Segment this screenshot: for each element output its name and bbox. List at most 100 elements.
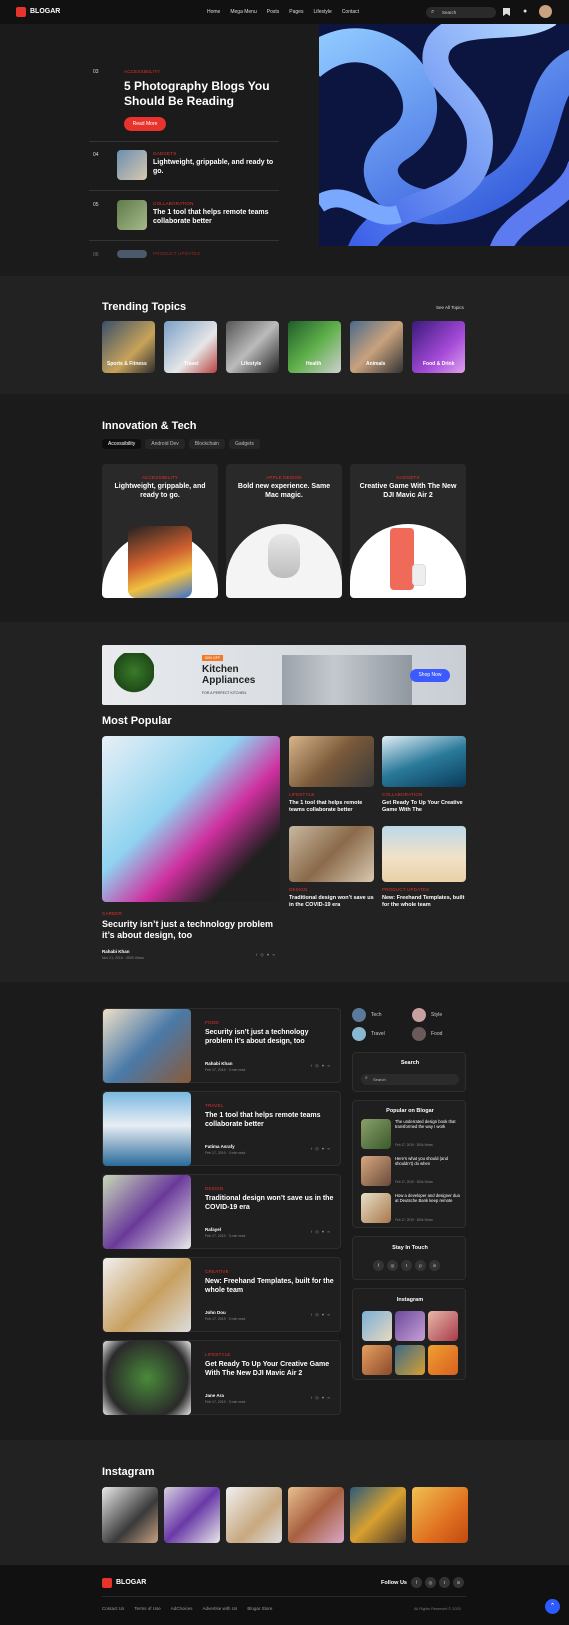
topic-card-sports[interactable]: Sports & Fitness xyxy=(102,321,155,373)
share-icons[interactable]: f ◎ ♥ ∞ xyxy=(311,1146,331,1151)
category-food[interactable]: Food xyxy=(412,1027,442,1041)
facebook-icon[interactable]: f xyxy=(373,1260,384,1271)
post-category[interactable]: LIFESTYLE xyxy=(289,792,315,797)
instagram-icon[interactable]: ◎ xyxy=(425,1577,436,1588)
instagram-photo[interactable] xyxy=(226,1487,282,1543)
post-title[interactable]: Get Ready To Up Your Creative Game With … xyxy=(205,1361,335,1379)
instagram-photo[interactable] xyxy=(164,1487,220,1543)
post-author[interactable]: Rafayel xyxy=(205,1227,221,1232)
post-title[interactable]: Traditional design won’t save us in the … xyxy=(205,1195,335,1213)
product-card[interactable]: ACCESSIBILITY Lightweight, grippable, an… xyxy=(102,464,218,598)
topic-card-health[interactable]: Health xyxy=(288,321,341,373)
card-title[interactable]: Creative Game With The New DJI Mavic Air… xyxy=(358,483,458,501)
facebook-icon[interactable]: f xyxy=(411,1577,422,1588)
grid-post-image[interactable] xyxy=(382,736,466,787)
nav-mega-menu[interactable]: Mega Menu xyxy=(230,9,256,15)
post-card[interactable]: LIFESTYLE Get Ready To Up Your Creative … xyxy=(102,1340,341,1415)
insta-thumb[interactable] xyxy=(428,1345,458,1375)
product-card[interactable]: GADGETS Creative Game With The New DJI M… xyxy=(350,464,466,598)
post-title[interactable]: Security isn’t just a technology problem… xyxy=(205,1029,335,1047)
hero-image[interactable] xyxy=(319,24,569,246)
post-title[interactable]: New: Freehand Templates, built for the w… xyxy=(205,1278,335,1296)
footer-link-contact[interactable]: Contact Us xyxy=(102,1606,124,1611)
logo-icon[interactable] xyxy=(102,1578,112,1588)
instagram-photo[interactable] xyxy=(288,1487,344,1543)
post-category[interactable]: CREATIVE xyxy=(205,1269,229,1274)
insta-thumb[interactable] xyxy=(362,1311,392,1341)
product-card[interactable]: APPLE DESIGN Bold new experience. Same M… xyxy=(226,464,342,598)
avatar[interactable] xyxy=(539,5,552,18)
brand-name[interactable]: BLOGAR xyxy=(30,8,60,15)
post-author[interactable]: Fatima Asrafy xyxy=(205,1144,235,1149)
post-title[interactable]: Traditional design won’t save us in the … xyxy=(289,895,374,909)
list-thumb[interactable] xyxy=(117,250,147,258)
category-style[interactable]: Style xyxy=(412,1008,442,1022)
popular-title[interactable]: The underrated design book that transfor… xyxy=(395,1119,461,1130)
topic-card-food[interactable]: Food & Drink xyxy=(412,321,465,373)
popular-thumb[interactable] xyxy=(361,1156,391,1186)
footer-link-advertise[interactable]: Advertise with Us xyxy=(203,1606,238,1611)
footer-link-adchoices[interactable]: AdChoices xyxy=(171,1606,193,1611)
share-icons[interactable]: f ◎ ♥ ∞ xyxy=(311,1229,331,1234)
post-category[interactable]: DESIGN xyxy=(205,1186,223,1191)
post-card[interactable]: TRAVEL The 1 tool that helps remote team… xyxy=(102,1091,341,1166)
main-post-image[interactable] xyxy=(102,736,280,902)
topic-card-lifestyle[interactable]: Lifestyle xyxy=(226,321,279,373)
tab-accessibility[interactable]: Accessibility xyxy=(102,439,142,449)
shop-now-button[interactable]: Shop Now xyxy=(410,669,450,682)
tab-blockchain[interactable]: Blockchain xyxy=(188,439,225,449)
share-icons[interactable]: f ◎ ♥ ∞ xyxy=(311,1063,331,1068)
post-thumb[interactable] xyxy=(103,1175,191,1249)
footer-link-terms[interactable]: Terms of Use xyxy=(134,1606,161,1611)
pinterest-icon[interactable]: p xyxy=(415,1260,426,1271)
post-title[interactable]: Get Ready To Up Your Creative Game With … xyxy=(382,800,466,814)
insta-thumb[interactable] xyxy=(395,1311,425,1341)
share-icons[interactable]: f ◎ ♥ ∞ xyxy=(311,1395,331,1400)
popular-thumb[interactable] xyxy=(361,1193,391,1223)
see-all-topics-link[interactable]: See All Topics xyxy=(436,305,464,310)
instagram-photo[interactable] xyxy=(102,1487,158,1543)
nav-pages[interactable]: Pages xyxy=(289,9,303,15)
post-title[interactable]: The 1 tool that helps remote teams colla… xyxy=(205,1112,335,1130)
topic-card-travel[interactable]: Travel xyxy=(164,321,217,373)
popular-title[interactable]: How a developer and designer duo at Deut… xyxy=(395,1193,461,1204)
grid-post-image[interactable] xyxy=(289,736,374,787)
sidebar-search-input[interactable]: ⌕ Search xyxy=(361,1074,459,1085)
category-travel[interactable]: Travel xyxy=(352,1027,385,1041)
nav-lifestyle[interactable]: Lifestyle xyxy=(313,9,331,15)
post-thumb[interactable] xyxy=(103,1258,191,1332)
footer-link-store[interactable]: Blogar Store xyxy=(247,1606,272,1611)
topic-card-animals[interactable]: Animals xyxy=(350,321,403,373)
post-thumb[interactable] xyxy=(103,1092,191,1166)
grid-post-image[interactable] xyxy=(289,826,374,882)
post-thumb[interactable] xyxy=(103,1009,191,1083)
post-title[interactable]: New: Freehand Templates, built for the w… xyxy=(382,895,466,909)
post-author[interactable]: Jane Ara xyxy=(205,1393,224,1398)
list-category[interactable]: PRODUCT UPDATES xyxy=(153,251,200,256)
insta-thumb[interactable] xyxy=(428,1311,458,1341)
card-category[interactable]: GADGETS xyxy=(350,475,466,480)
instagram-icon[interactable]: ◎ xyxy=(387,1260,398,1271)
tab-android-dev[interactable]: Android Dev xyxy=(145,439,185,449)
post-category[interactable]: CAREER xyxy=(102,911,122,916)
bookmark-icon[interactable] xyxy=(503,8,510,16)
nav-posts[interactable]: Posts xyxy=(267,9,280,15)
insta-thumb[interactable] xyxy=(395,1345,425,1375)
back-to-top-button[interactable]: ⌃ xyxy=(545,1599,560,1614)
kitchen-banner[interactable]: 50% OFF Kitchen Appliances FOR A PERFECT … xyxy=(102,645,466,705)
instagram-photo[interactable] xyxy=(412,1487,468,1543)
share-icons[interactable]: f ◎ ♥ ∞ xyxy=(311,1312,331,1317)
twitter-icon[interactable]: t xyxy=(401,1260,412,1271)
post-category[interactable]: TRAVEL xyxy=(205,1103,223,1108)
post-title[interactable]: Security isn’t just a technology problem… xyxy=(102,919,277,942)
tab-gadgets[interactable]: Gadgets xyxy=(228,439,260,449)
popular-title[interactable]: Here’s what you should (and shouldn’t) d… xyxy=(395,1156,461,1167)
featured-title[interactable]: 5 Photography Blogs You Should Be Readin… xyxy=(124,79,274,109)
list-title[interactable]: Lightweight, grippable, and ready to go. xyxy=(153,159,278,177)
post-category[interactable]: COLLABORATION xyxy=(382,792,423,797)
post-category[interactable]: DESIGN xyxy=(289,887,307,892)
nav-home[interactable]: Home xyxy=(207,9,220,15)
post-author[interactable]: John Dou xyxy=(205,1310,226,1315)
linkedin-icon[interactable]: in xyxy=(453,1577,464,1588)
post-card[interactable]: CREATIVE New: Freehand Templates, built … xyxy=(102,1257,341,1332)
